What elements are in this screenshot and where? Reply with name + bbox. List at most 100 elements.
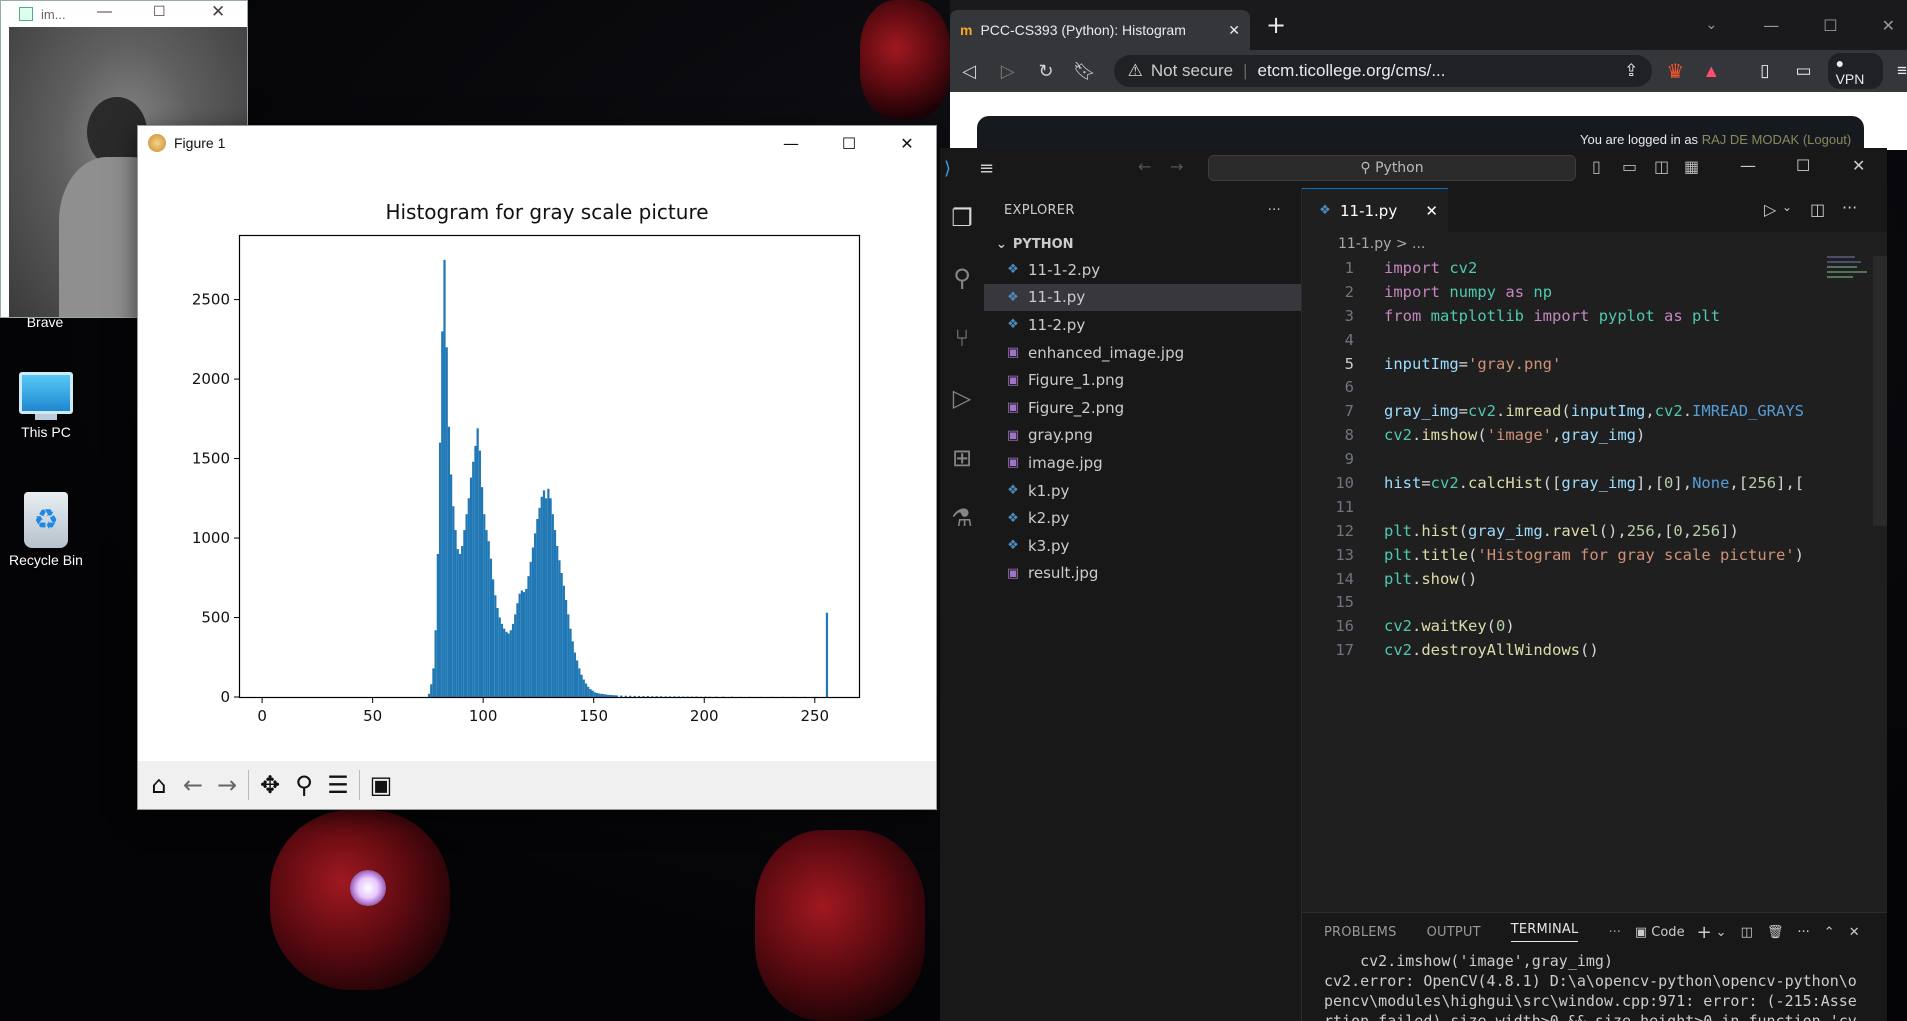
file-item[interactable]: ❖ k1.py bbox=[984, 477, 1301, 505]
terminal-select[interactable]: ▣ Code bbox=[1635, 925, 1685, 940]
more-actions-icon[interactable]: ··· bbox=[1608, 925, 1620, 940]
code-editor[interactable]: 1 import cv2 2 import numpy as np 3 from matp… bbox=[1302, 256, 1887, 662]
maximize-icon[interactable]: ☐ bbox=[1796, 156, 1810, 175]
home-icon[interactable]: ⌂ bbox=[142, 768, 176, 802]
browser-tab[interactable]: m PCC-CS393 (Python): Histogram ✕ bbox=[950, 10, 1250, 50]
sidebar-toggle-icon[interactable]: ▯ bbox=[1760, 61, 1769, 81]
code-line[interactable]: 10 hist=cv2.calcHist([gray_img],[0],None,… bbox=[1302, 471, 1887, 495]
close-tab-icon[interactable]: ✕ bbox=[1228, 22, 1240, 39]
file-item[interactable]: ❖ 11-1.py bbox=[984, 283, 1301, 312]
file-item[interactable]: ❖ k2.py bbox=[984, 504, 1301, 532]
forward-arrow-icon[interactable]: → bbox=[210, 768, 244, 802]
close-tab-icon[interactable]: ✕ bbox=[1425, 202, 1438, 220]
bookmark-icon[interactable]: 🔖︎ bbox=[1065, 61, 1103, 82]
layout-panel-icon[interactable]: ▭ bbox=[1622, 157, 1637, 176]
vscode-window[interactable]: ⟩ ≡ ← → ⚲ Python ▯ ▭ ◫ ▦ — ☐ ✕ ❐ ⚲ ⑂ ▷ ⊞… bbox=[940, 148, 1887, 1021]
folder-python[interactable]: ⌄ PYTHON bbox=[984, 232, 1301, 256]
tab-terminal[interactable]: TERMINAL bbox=[1510, 922, 1579, 942]
file-item[interactable]: ❖ 11-2.py bbox=[984, 311, 1301, 339]
explorer-icon[interactable]: ❐ bbox=[940, 188, 984, 248]
layout-sidebar-icon[interactable]: ▯ bbox=[1592, 157, 1601, 176]
file-item[interactable]: ▣ Figure_2.png bbox=[984, 394, 1301, 422]
split-terminal-icon[interactable]: ◫ bbox=[1741, 925, 1753, 940]
menu-icon[interactable]: ≡ bbox=[1897, 61, 1907, 81]
code-line[interactable]: 2 import numpy as np bbox=[1302, 280, 1887, 304]
nav-back-icon[interactable]: ← bbox=[1138, 157, 1151, 176]
file-item[interactable]: ❖ k3.py bbox=[984, 532, 1301, 560]
run-debug-icon[interactable]: ▷ bbox=[940, 368, 984, 428]
minimize-icon[interactable]: — bbox=[1740, 156, 1756, 175]
minimize-icon[interactable]: — bbox=[762, 126, 820, 160]
maximize-icon[interactable]: ☐ bbox=[820, 126, 878, 160]
brave-rewards-icon[interactable]: ▲ bbox=[1702, 61, 1720, 82]
new-tab-icon[interactable]: + bbox=[1266, 11, 1286, 39]
code-line[interactable]: 11 bbox=[1302, 495, 1887, 519]
code-line[interactable]: 14 plt.show() bbox=[1302, 567, 1887, 591]
share-icon[interactable]: ⇪ bbox=[1624, 61, 1638, 81]
pan-icon[interactable]: ✥ bbox=[253, 768, 287, 802]
search-icon[interactable]: ⚲ bbox=[940, 248, 984, 308]
command-search-input[interactable]: ⚲ Python bbox=[1208, 155, 1576, 181]
minimize-icon[interactable]: — bbox=[97, 3, 112, 20]
configure-icon[interactable]: ☰ bbox=[321, 768, 355, 802]
file-item[interactable]: ▣ Figure_1.png bbox=[984, 366, 1301, 394]
code-line[interactable]: 17 cv2.destroyAllWindows() bbox=[1302, 638, 1887, 662]
file-item[interactable]: ▣ image.jpg bbox=[984, 449, 1301, 477]
split-editor-icon[interactable]: ◫ bbox=[1810, 200, 1825, 219]
browser-window[interactable]: m PCC-CS393 (Python): Histogram ✕ + ⌄ — … bbox=[950, 0, 1907, 150]
file-item[interactable]: ▣ result.jpg bbox=[984, 560, 1301, 588]
desktop-icon-recycle-bin[interactable]: ♻ Recycle Bin bbox=[1, 492, 91, 568]
back-arrow-icon[interactable]: ← bbox=[176, 768, 210, 802]
code-line[interactable]: 6 bbox=[1302, 375, 1887, 399]
file-item[interactable]: ▣ gray.png bbox=[984, 422, 1301, 450]
extensions-icon[interactable]: ⊞ bbox=[940, 428, 984, 488]
run-dropdown-icon[interactable]: ⌄ bbox=[1782, 200, 1792, 214]
maximize-icon[interactable]: ☐ bbox=[153, 3, 166, 20]
chevron-down-icon[interactable]: ⌄ bbox=[1716, 925, 1727, 940]
back-icon[interactable]: ◁ bbox=[950, 61, 988, 82]
reload-icon[interactable]: ↻ bbox=[1027, 61, 1065, 82]
editor-scrollbar[interactable] bbox=[1873, 256, 1887, 526]
new-terminal-icon[interactable]: + bbox=[1697, 922, 1712, 943]
nav-forward-icon[interactable]: → bbox=[1170, 157, 1183, 176]
tab-output[interactable]: OUTPUT bbox=[1427, 925, 1481, 940]
more-actions-icon[interactable]: ··· bbox=[1797, 925, 1809, 940]
code-line[interactable]: 13 plt.title('Histogram for gray scale pi… bbox=[1302, 543, 1887, 567]
code-line[interactable]: 1 import cv2 bbox=[1302, 256, 1887, 280]
forward-icon[interactable]: ▷ bbox=[988, 61, 1026, 82]
file-item[interactable]: ▣ enhanced_image.jpg bbox=[984, 339, 1301, 367]
code-line[interactable]: 3 from matplotlib import pyplot as plt bbox=[1302, 304, 1887, 328]
code-line[interactable]: 16 cv2.waitKey(0) bbox=[1302, 614, 1887, 638]
zoom-icon[interactable]: ⚲ bbox=[287, 768, 321, 802]
layout-secondary-icon[interactable]: ◫ bbox=[1654, 157, 1669, 176]
close-icon[interactable]: ✕ bbox=[878, 126, 936, 160]
code-line[interactable]: 9 bbox=[1302, 447, 1887, 471]
breadcrumb[interactable]: 11-1.py > ... bbox=[1302, 232, 1887, 256]
minimap[interactable] bbox=[1827, 256, 1871, 316]
code-line[interactable]: 12 plt.hist(gray_img.ravel(),256,[0,256]) bbox=[1302, 519, 1887, 543]
tab-problems[interactable]: PROBLEMS bbox=[1324, 925, 1397, 940]
figure-window-titlebar[interactable]: Figure 1 — ☐ ✕ bbox=[138, 126, 936, 160]
address-bar[interactable]: ⚠ Not secure | etcm.ticollege.org/cms/..… bbox=[1113, 55, 1653, 87]
desktop-icon-this-pc[interactable]: This PC bbox=[1, 372, 91, 440]
close-panel-icon[interactable]: ✕ bbox=[1849, 925, 1860, 940]
file-item[interactable]: ❖ 11-1-2.py bbox=[984, 256, 1301, 284]
layout-custom-icon[interactable]: ▦ bbox=[1684, 157, 1699, 176]
minimize-icon[interactable]: — bbox=[1763, 16, 1779, 35]
code-line[interactable]: 7 gray_img=cv2.imread(inputImg,cv2.IMREAD… bbox=[1302, 399, 1887, 423]
trash-icon[interactable]: 🗑︎ bbox=[1767, 925, 1784, 940]
more-actions-icon[interactable]: ··· bbox=[1842, 198, 1857, 217]
code-line[interactable]: 5 inputImg='gray.png' bbox=[1302, 352, 1887, 376]
brave-shields-icon[interactable]: ♛ bbox=[1666, 59, 1684, 84]
testing-icon[interactable]: ⚗ bbox=[940, 488, 984, 548]
vpn-button[interactable]: ● VPN bbox=[1827, 53, 1884, 89]
source-control-icon[interactable]: ⑂ bbox=[940, 308, 984, 368]
more-actions-icon[interactable]: ··· bbox=[1268, 203, 1281, 218]
run-icon[interactable]: ▷ bbox=[1764, 200, 1776, 219]
maximize-icon[interactable]: ☐ bbox=[1823, 16, 1837, 35]
figure-window[interactable]: Figure 1 — ☐ ✕ Histogram for gray scale … bbox=[137, 125, 937, 810]
save-icon[interactable]: ▣ bbox=[364, 768, 398, 802]
tab-search-icon[interactable]: ⌄ bbox=[1706, 17, 1718, 33]
close-icon[interactable]: ✕ bbox=[1882, 16, 1895, 35]
user-link[interactable]: RAJ DE MODAK bbox=[1702, 132, 1800, 147]
